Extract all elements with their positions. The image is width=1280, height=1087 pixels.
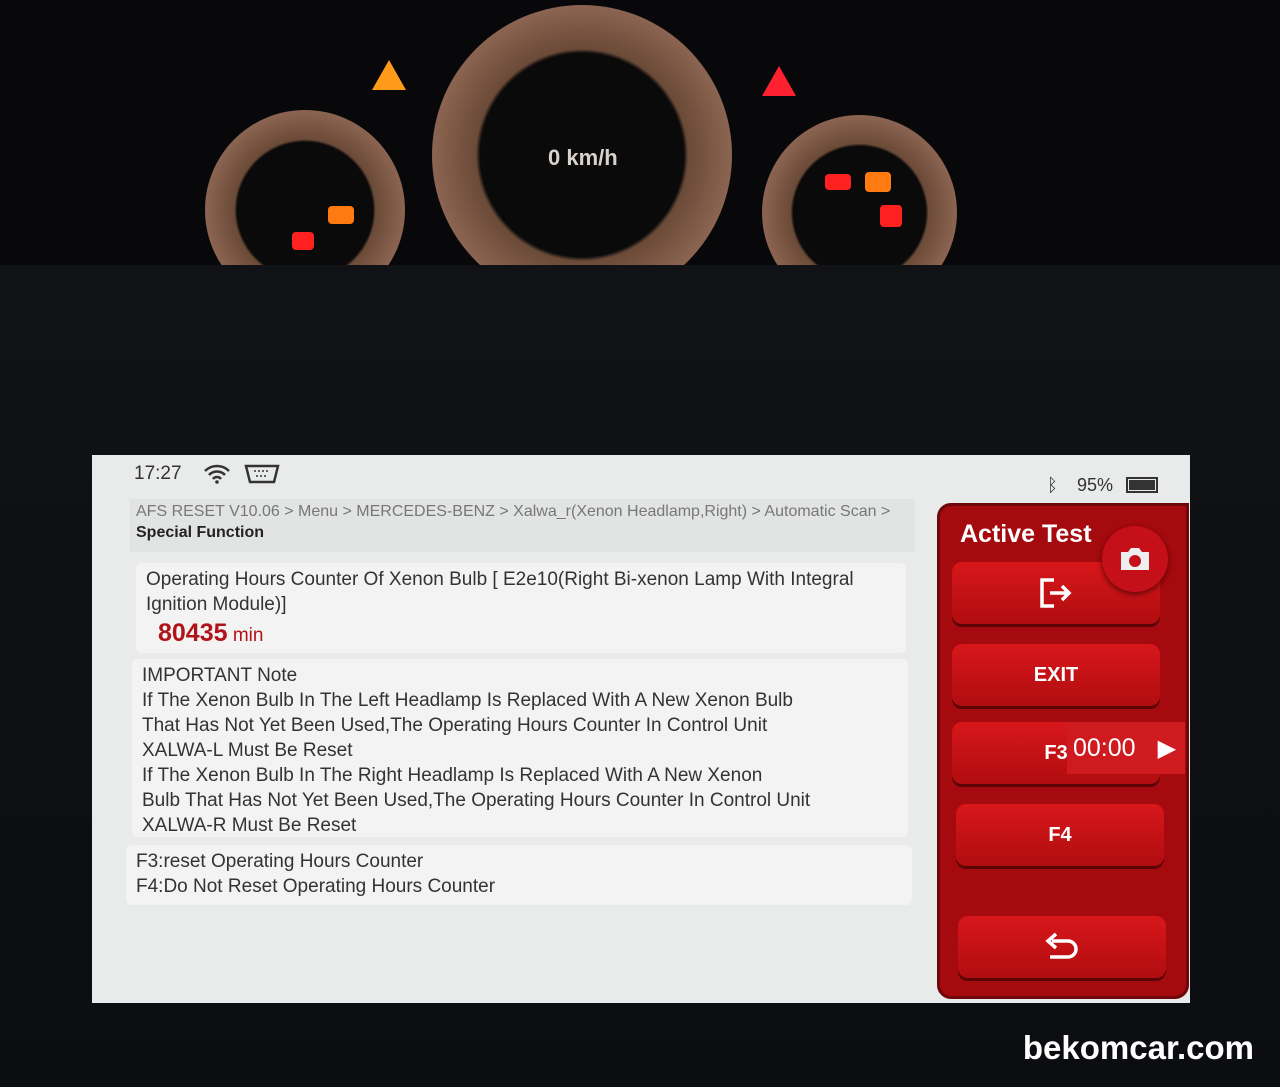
breadcrumb: AFS RESET V10.06 > Menu > MERCEDES-BENZ … xyxy=(130,499,915,552)
diagnostic-screen: 17:27 ᛒ 95% AFS RESET V10.06 > Menu > ME… xyxy=(92,455,1190,1003)
hazard-triangle-icon xyxy=(762,66,796,96)
warning-triangle-icon xyxy=(372,60,406,90)
note-title: IMPORTANT Note xyxy=(142,665,298,686)
battery-level: 95% xyxy=(1077,475,1114,495)
vci-connector-icon xyxy=(244,464,280,484)
clock: 17:27 xyxy=(134,463,182,484)
red-indicator-icon xyxy=(880,205,902,227)
play-icon[interactable]: ▶ xyxy=(1158,734,1176,763)
option-line: F4:Do Not Reset Operating Hours Counter xyxy=(136,876,496,897)
note-line: Bulb That Has Not Yet Been Used,The Oper… xyxy=(142,790,811,811)
battery-icon xyxy=(1126,477,1158,493)
counter-card: Operating Hours Counter Of Xenon Bulb [ … xyxy=(136,563,906,653)
option-line: F3:reset Operating Hours Counter xyxy=(136,851,424,872)
breadcrumb-current: Special Function xyxy=(136,524,265,541)
note-line: XALWA-L Must Be Reset xyxy=(142,740,353,761)
note-line: That Has Not Yet Been Used,The Operating… xyxy=(142,715,768,736)
note-line: If The Xenon Bulb In The Left Headlamp I… xyxy=(142,690,793,711)
note-line: XALWA-R Must Be Reset xyxy=(142,815,357,836)
bluetooth-icon: ᛒ xyxy=(1047,475,1058,495)
red-indicator-icon xyxy=(292,232,314,250)
camera-icon xyxy=(1121,548,1149,570)
watermark: bekomcar.com xyxy=(1022,1029,1254,1066)
counter-unit: min xyxy=(232,625,264,646)
note-line: If The Xenon Bulb In The Right Headlamp … xyxy=(142,765,763,786)
important-note: IMPORTANT Note If The Xenon Bulb In The … xyxy=(132,659,908,837)
undo-arrow-icon xyxy=(1045,932,1078,959)
orange-indicator-icon xyxy=(865,172,891,192)
f4-button[interactable]: F4 xyxy=(956,804,1164,866)
screenshot-button[interactable] xyxy=(1102,526,1168,592)
breadcrumb-path[interactable]: AFS RESET V10.06 > Menu > MERCEDES-BENZ … xyxy=(136,503,890,520)
panel-title: Active Test xyxy=(960,520,1092,548)
back-button[interactable] xyxy=(958,916,1166,978)
options-card: F3:reset Operating Hours Counter F4:Do N… xyxy=(126,845,912,905)
counter-value: 80435 xyxy=(158,619,228,647)
timer-value: 00:00 xyxy=(1073,733,1136,762)
recording-timer[interactable]: 00:00 ▶ xyxy=(1067,722,1185,774)
wifi-icon xyxy=(204,464,230,484)
counter-label: Operating Hours Counter Of Xenon Bulb [ … xyxy=(146,569,854,615)
status-bar: 17:27 ᛒ 95% xyxy=(92,455,1190,495)
exit-button[interactable]: EXIT xyxy=(952,644,1160,706)
orange-indicator-icon xyxy=(328,206,354,224)
red-indicator-icon xyxy=(825,174,851,190)
export-icon xyxy=(1040,578,1072,608)
instrument-cluster: 0 km/h xyxy=(0,0,1280,310)
speed-readout: 0 km/h xyxy=(548,145,618,170)
